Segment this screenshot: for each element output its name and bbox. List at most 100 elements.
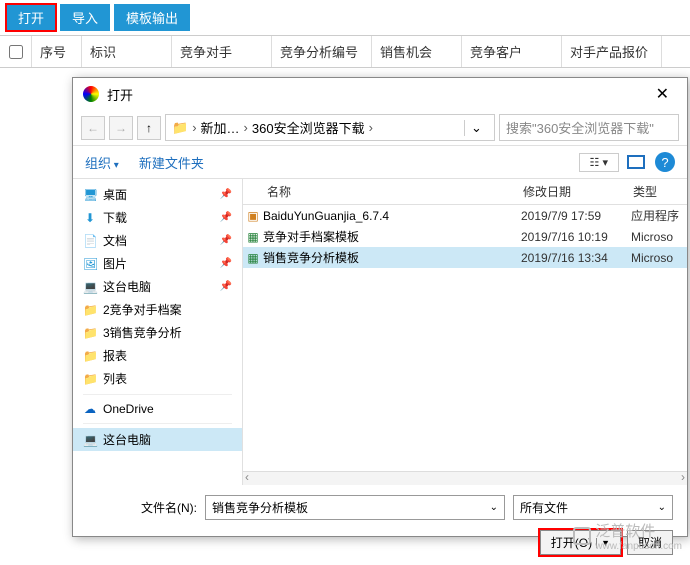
ico-doc-icon: 📄 xyxy=(83,234,97,248)
nav-back-button[interactable]: ← xyxy=(81,116,105,140)
sidebar-item-label: 图片 xyxy=(103,255,127,272)
dialog-titlebar: 打开 ✕ xyxy=(73,78,687,110)
horizontal-scrollbar[interactable] xyxy=(243,471,687,485)
open-button[interactable]: 打开 xyxy=(6,4,56,31)
filename-label: 文件名(N): xyxy=(87,499,197,516)
ico-dl-icon: ⬇ xyxy=(83,211,97,225)
sidebar: 🖥桌面📌 ⬇ 下载 📌 📄 文档 📌 🖼 图片 📌 💻 这台电脑 📌 📁 2竞争对手档案 📁 3销售竞争分析 📁 报… xyxy=(73,179,243,485)
help-icon[interactable]: ? xyxy=(655,152,675,172)
sidebar-item[interactable]: 📁 报表 xyxy=(73,344,242,367)
file-list-header: 名称 修改日期 类型 xyxy=(243,179,687,205)
file-type-filter[interactable]: 所有文件⌄ xyxy=(513,495,673,520)
dialog-body: 🖥桌面📌 ⬇ 下载 📌 📄 文档 📌 🖼 图片 📌 💻 这台电脑 📌 📁 2竞争对手档案 📁 3销售竞争分析 📁 报… xyxy=(73,179,687,485)
cloud-icon: ☁ xyxy=(83,402,97,416)
sidebar-item-label: 这台电脑 xyxy=(103,431,151,448)
import-button[interactable]: 导入 xyxy=(60,4,110,31)
col-analysis-no: 竞争分析编号 xyxy=(272,36,372,67)
open-file-button[interactable]: 打开(O)▼ xyxy=(540,530,621,555)
filename-input[interactable]: 销售竞争分析模板⌄ xyxy=(205,495,505,520)
select-all-checkbox[interactable] xyxy=(9,45,23,59)
sidebar-item[interactable]: ⬇ 下载 📌 xyxy=(73,206,242,229)
sidebar-item-onedrive[interactable]: ☁ OneDrive xyxy=(73,399,242,419)
file-row[interactable]: ▦竞争对手档案模板2019/7/16 10:19Microso xyxy=(243,226,687,247)
file-row[interactable]: ▦销售竞争分析模板2019/7/16 13:34Microso xyxy=(243,247,687,268)
chevron-down-icon[interactable]: ⌄ xyxy=(658,502,666,513)
sidebar-item-label: 3销售竞争分析 xyxy=(103,324,182,341)
col-customer: 竞争客户 xyxy=(462,36,562,67)
file-date: 2019/7/16 10:19 xyxy=(521,230,631,244)
sidebar-item[interactable]: 🖼 图片 📌 xyxy=(73,252,242,275)
ico-folder-icon: 📁 xyxy=(83,303,97,317)
pin-icon: 📌 xyxy=(220,258,232,269)
file-type: Microso xyxy=(631,251,673,265)
pin-icon: 📌 xyxy=(220,212,232,223)
nav-up-button[interactable]: ↑ xyxy=(137,116,161,140)
file-type: 应用程序 xyxy=(631,207,679,224)
chevron-right-icon: › xyxy=(244,120,248,135)
dialog-title: 打开 xyxy=(107,85,648,104)
template-output-button[interactable]: 模板输出 xyxy=(114,4,190,31)
search-input[interactable]: 搜索"360安全浏览器下载" xyxy=(499,114,679,141)
nav-forward-button[interactable]: → xyxy=(109,116,133,140)
chevron-down-icon[interactable]: ⌄ xyxy=(490,502,498,513)
file-name: BaiduYunGuanjia_6.7.4 xyxy=(263,209,521,223)
refresh-dropdown-icon[interactable]: ⌄ xyxy=(464,120,488,136)
organize-menu[interactable]: 组织 xyxy=(85,153,119,172)
chevron-right-icon: › xyxy=(369,120,373,135)
col-mark: 标识 xyxy=(82,36,172,67)
sidebar-item[interactable]: 📄文档📌 xyxy=(73,229,242,252)
file-date: 2019/7/9 17:59 xyxy=(521,209,631,223)
ico-desktop-icon: 🖥 xyxy=(83,188,97,202)
pin-icon: 📌 xyxy=(220,189,232,200)
pc-icon: 💻 xyxy=(83,433,97,447)
sidebar-item-label: 文档 xyxy=(103,232,127,249)
ico-folder-icon: 📁 xyxy=(83,326,97,340)
new-folder-button[interactable]: 新建文件夹 xyxy=(139,153,204,172)
breadcrumb-seg2[interactable]: 360安全浏览器下载 xyxy=(252,118,365,137)
sidebar-item-label: 这台电脑 xyxy=(103,278,151,295)
file-date: 2019/7/16 13:34 xyxy=(521,251,631,265)
top-toolbar: 打开 导入 模板输出 xyxy=(0,0,690,35)
sidebar-item-label: 2竞争对手档案 xyxy=(103,301,182,318)
file-name: 竞争对手档案模板 xyxy=(263,228,521,245)
close-icon[interactable]: ✕ xyxy=(648,84,677,104)
sidebar-item-label: 下载 xyxy=(103,209,127,226)
sidebar-item-this-pc[interactable]: 💻 这台电脑 xyxy=(73,428,242,451)
ico-pc-icon: 💻 xyxy=(83,280,97,294)
breadcrumb-seg1[interactable]: 新加… xyxy=(201,118,240,137)
view-mode-button[interactable]: ☷ ▾ xyxy=(579,153,619,172)
col-price: 对手产品报价 xyxy=(562,36,662,67)
file-row[interactable]: ▣BaiduYunGuanjia_6.7.42019/7/9 17:59应用程序 xyxy=(243,205,687,226)
breadcrumb[interactable]: 📁 › 新加… › 360安全浏览器下载 › ⌄ xyxy=(165,114,495,141)
pin-icon: 📌 xyxy=(220,281,232,292)
col-date[interactable]: 修改日期 xyxy=(523,183,633,200)
sidebar-item-label: OneDrive xyxy=(103,402,154,416)
sidebar-item[interactable]: 📁 2竞争对手档案 xyxy=(73,298,242,321)
ico-pic-icon: 🖼 xyxy=(83,257,97,271)
dialog-footer: 文件名(N): 销售竞争分析模板⌄ 所有文件⌄ 打开(O)▼ 取消 xyxy=(73,485,687,565)
file-name: 销售竞争分析模板 xyxy=(263,249,521,266)
col-name[interactable]: 名称 xyxy=(243,183,523,200)
sidebar-item[interactable]: 🖥桌面📌 xyxy=(73,183,242,206)
cancel-button[interactable]: 取消 xyxy=(627,530,673,555)
file-type: Microso xyxy=(631,230,673,244)
sidebar-item-label: 报表 xyxy=(103,347,127,364)
dialog-toolbar: 组织 新建文件夹 ☷ ▾ ? xyxy=(73,146,687,179)
file-icon: ▦ xyxy=(243,230,263,244)
file-open-dialog: 打开 ✕ ← → ↑ 📁 › 新加… › 360安全浏览器下载 › ⌄ 搜索"3… xyxy=(72,77,688,537)
sidebar-item-label: 列表 xyxy=(103,370,127,387)
col-competitor: 竞争对手 xyxy=(172,36,272,67)
col-type[interactable]: 类型 xyxy=(633,183,687,200)
file-icon: ▦ xyxy=(243,251,263,265)
folder-icon: 📁 xyxy=(172,120,188,136)
col-opportunity: 销售机会 xyxy=(372,36,462,67)
sidebar-item[interactable]: 📁列表 xyxy=(73,367,242,390)
chevron-down-icon[interactable]: ▼ xyxy=(596,538,610,548)
chevron-right-icon: › xyxy=(192,120,196,135)
sidebar-item[interactable]: 📁 3销售竞争分析 xyxy=(73,321,242,344)
ico-folder-icon: 📁 xyxy=(83,349,97,363)
file-icon: ▣ xyxy=(243,209,263,223)
preview-pane-button[interactable] xyxy=(627,155,645,169)
col-seq: 序号 xyxy=(32,36,82,67)
sidebar-item[interactable]: 💻 这台电脑 📌 xyxy=(73,275,242,298)
